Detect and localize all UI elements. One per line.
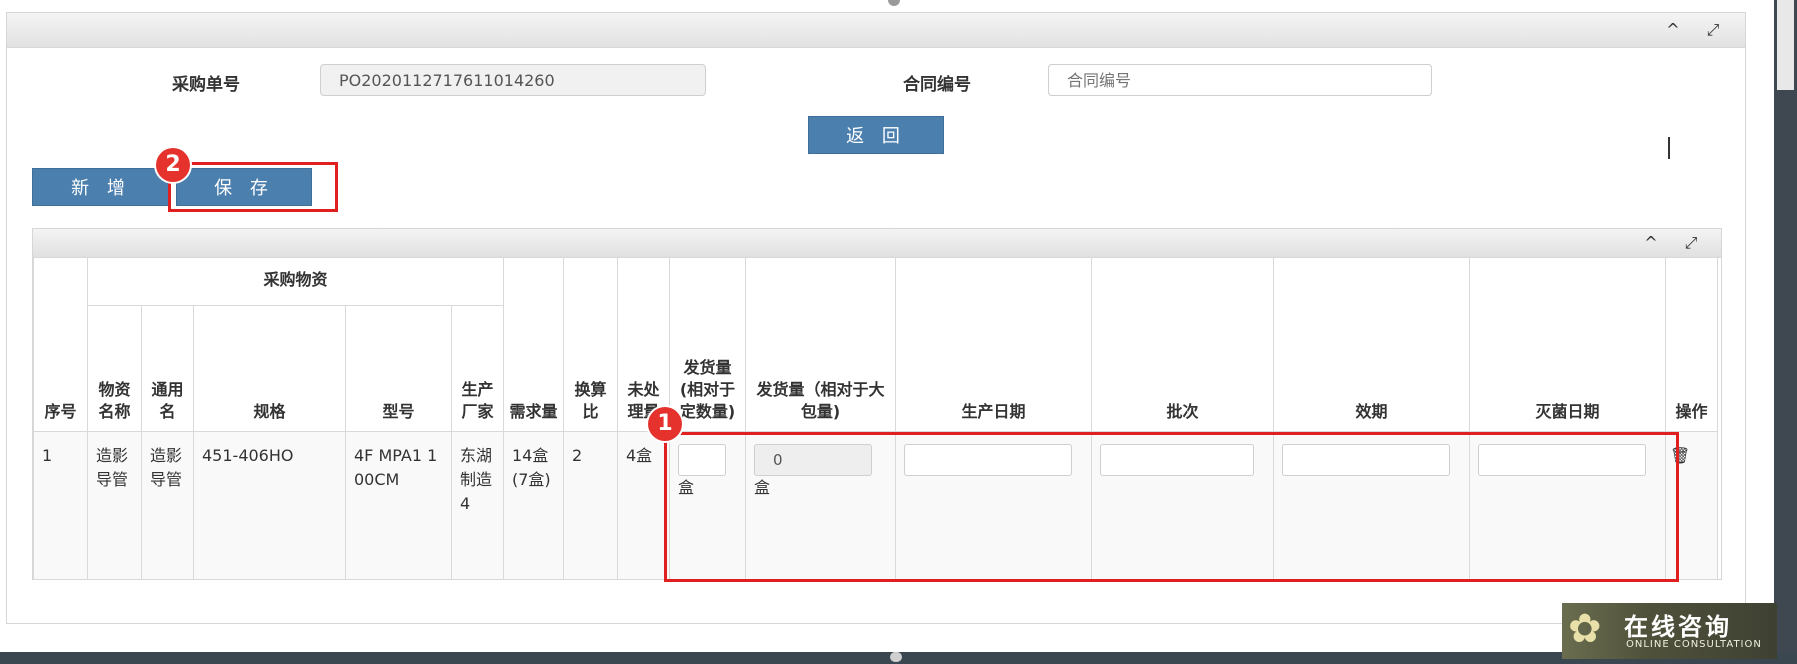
header-ratio: 换算比 <box>563 257 618 432</box>
header-prod-date: 生产日期 <box>895 257 1092 432</box>
header-ship-big: 发货量（相对于大包量) <box>745 257 896 432</box>
cell-demand: 14盒(7盒) <box>503 431 564 580</box>
consult-title: 在线咨询 <box>1624 613 1732 641</box>
cell-pending: 4盒 <box>617 431 670 580</box>
flower-logo-icon: ✿ <box>1568 606 1602 652</box>
contract-input[interactable] <box>1048 64 1432 96</box>
header-model: 型号 <box>345 305 452 432</box>
panel-header: ^ ⤢ <box>7 13 1745 48</box>
grid-collapse-icon[interactable]: ^ <box>1637 232 1665 254</box>
bottom-handle-icon[interactable] <box>890 652 902 662</box>
online-consultation-widget[interactable]: ✿ 在线咨询 ONLINE CONSULTATION <box>1562 603 1777 659</box>
back-button[interactable]: 返 回 <box>808 116 944 154</box>
cell-common: 造影导管 <box>141 431 194 580</box>
vertical-scrollbar[interactable] <box>1774 0 1797 664</box>
grid-expand-icon[interactable]: ⤢ <box>1677 232 1705 254</box>
header-pending: 未处理量 <box>617 257 670 432</box>
cell-spec: 451-406HO <box>193 431 346 580</box>
header-demand: 需求量 <box>503 257 564 432</box>
header-ship-fixed: 发货量(相对于定数量) <box>669 257 746 432</box>
header-maker: 生产厂家 <box>451 305 504 432</box>
scrollbar-thumb[interactable] <box>1777 0 1794 90</box>
expand-icon[interactable]: ⤢ <box>1699 19 1727 41</box>
header-group-purchase: 采购物资 <box>87 257 504 306</box>
cell-ratio: 2 <box>563 431 618 580</box>
header-steril-date: 灭菌日期 <box>1469 257 1666 432</box>
collapse-icon[interactable]: ^ <box>1659 19 1687 41</box>
grid-panel-header: ^ ⤢ <box>33 229 1721 258</box>
header-batch: 批次 <box>1091 257 1274 432</box>
order-no-label: 采购单号 <box>172 75 240 95</box>
cell-seq: 1 <box>33 431 88 580</box>
badge-2: 2 <box>156 148 190 182</box>
header-name: 物资名称 <box>87 305 142 432</box>
cell-maker: 东湖制造4 <box>451 431 504 580</box>
order-no-field[interactable] <box>320 64 706 96</box>
contract-label: 合同编号 <box>903 75 971 95</box>
header-op: 操作 <box>1665 257 1718 432</box>
cell-model: 4F MPA1 100CM <box>345 431 452 580</box>
consult-subtitle: ONLINE CONSULTATION <box>1626 639 1762 650</box>
header-spec: 规格 <box>193 305 346 432</box>
text-cursor <box>1668 137 1670 159</box>
header-seq: 序号 <box>33 257 88 432</box>
cell-name: 造影导管 <box>87 431 142 580</box>
editable-fields-highlight-box <box>664 432 1679 582</box>
header-expiry: 效期 <box>1273 257 1470 432</box>
header-common: 通用名 <box>141 305 194 432</box>
save-highlight-box <box>168 162 338 212</box>
add-button[interactable]: 新 增 <box>32 168 170 206</box>
badge-1: 1 <box>648 407 682 441</box>
